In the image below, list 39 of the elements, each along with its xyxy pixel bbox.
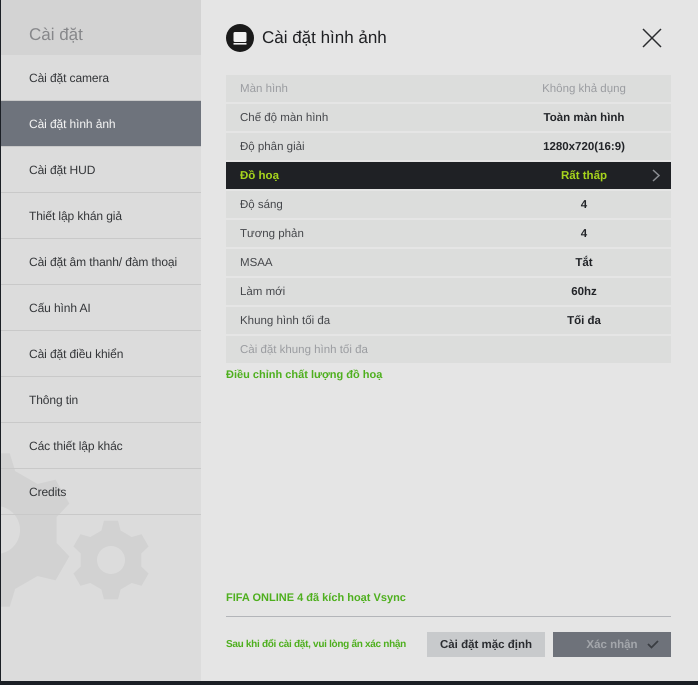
footer-message: Sau khi đổi cài đặt, vui lòng ấn xác nhận — [226, 639, 407, 650]
chevron-right-icon — [652, 169, 660, 182]
close-button[interactable] — [641, 27, 663, 49]
setting-label: Chế độ màn hình — [240, 112, 330, 124]
checkmark-icon — [647, 640, 659, 649]
setting-row[interactable]: Làm mới 60hz — [226, 278, 671, 305]
setting-value: 1280x720(16:9) — [542, 140, 626, 152]
setting-value: 60hz — [570, 286, 598, 298]
setting-value: Không khả dụng — [541, 82, 627, 94]
setting-value: 4 — [580, 198, 588, 210]
setting-row[interactable]: Đồ hoạ Rất thấp — [226, 162, 671, 189]
close-icon — [642, 28, 662, 48]
vsync-note: FIFA ONLINE 4 đã kích hoạt Vsync — [226, 592, 406, 604]
setting-row[interactable]: Độ sáng 4 — [226, 191, 671, 218]
setting-value: Toàn màn hình — [542, 112, 626, 124]
setting-row[interactable]: Độ phân giải 1280x720(16:9) — [226, 133, 671, 160]
hint-text: Điều chỉnh chất lượng đồ hoạ — [226, 369, 382, 381]
setting-row[interactable]: Tương phản 4 — [226, 220, 671, 247]
setting-label: Cài đặt khung hình tối đa — [240, 344, 369, 356]
setting-value: Tắt — [574, 256, 594, 268]
setting-label: Độ sáng — [240, 198, 284, 210]
setting-label: Làm mới — [240, 286, 286, 298]
setting-label: Tương phản — [240, 228, 305, 240]
setting-label: Độ phân giải — [240, 140, 306, 152]
sidebar-title: Cài đặt — [29, 25, 83, 45]
setting-row[interactable]: Chế độ màn hình Toàn màn hình — [226, 104, 671, 131]
setting-value: Tối đa — [566, 314, 602, 326]
setting-row[interactable]: Khung hình tối đa Tối đa — [226, 307, 671, 334]
panel-title: Cài đặt hình ảnh — [262, 28, 387, 48]
default-settings-button[interactable]: Cài đặt mặc định — [427, 632, 545, 657]
setting-label: Đồ hoạ — [240, 170, 280, 182]
setting-label: Màn hình — [240, 82, 289, 94]
sidebar-item[interactable]: Cài đặt hình ảnh — [1, 101, 201, 147]
setting-row[interactable]: MSAA Tắt — [226, 249, 671, 276]
monitor-icon — [226, 24, 254, 52]
setting-label: MSAA — [240, 256, 274, 268]
setting-value: 4 — [580, 228, 588, 240]
setting-label: Khung hình tối đa — [240, 314, 332, 326]
setting-value: Rất thấp — [560, 170, 608, 182]
